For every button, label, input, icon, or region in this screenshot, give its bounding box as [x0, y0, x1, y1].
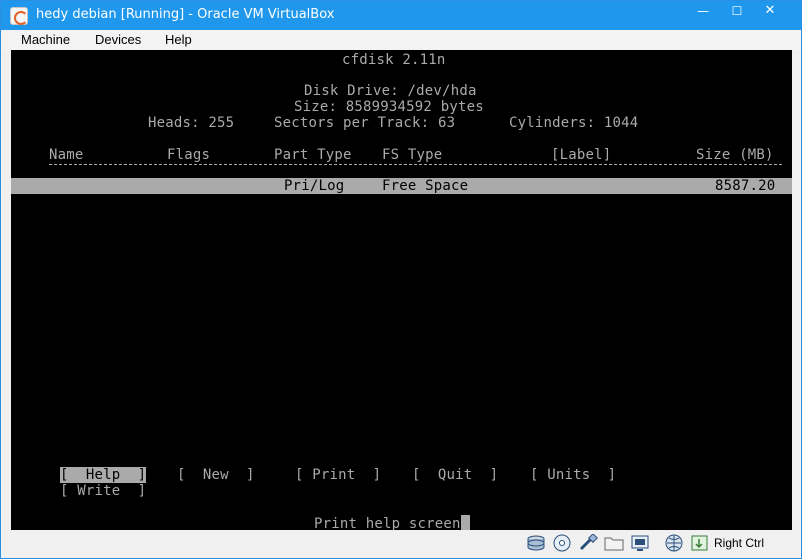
print-command[interactable]: [ Print ] — [295, 467, 381, 483]
maximize-button[interactable]: ☐ — [720, 1, 754, 23]
menu-machine[interactable]: Machine — [21, 32, 70, 48]
partition-part-type: Pri/Log — [284, 178, 345, 194]
display-icon[interactable] — [630, 534, 650, 552]
col-header-label: [Label] — [551, 147, 612, 163]
title-bar[interactable]: hedy debian [Running] - Oracle VM Virtua… — [1, 1, 801, 30]
header-separator — [49, 164, 782, 166]
sectors-label: Sectors per Track: 63 — [274, 115, 456, 131]
new-command[interactable]: [ New ] — [177, 467, 255, 483]
partition-size: 8587.20 — [715, 178, 776, 194]
col-header-fs-type: FS Type — [382, 147, 443, 163]
window-title: hedy debian [Running] - Oracle VM Virtua… — [36, 7, 335, 22]
vm-console-screen[interactable]: cfdisk 2.11n Disk Drive: /dev/hda Size: … — [11, 50, 792, 532]
units-command[interactable]: [ Units ] — [530, 467, 616, 483]
virtualbox-app-icon — [10, 7, 28, 25]
cfdisk-title: cfdisk 2.11n — [342, 52, 446, 68]
hard-disk-icon[interactable] — [526, 534, 546, 552]
col-header-name: Name — [49, 147, 84, 163]
host-key-icon[interactable] — [690, 534, 710, 552]
shared-folders-icon[interactable] — [604, 534, 624, 552]
col-header-part-type: Part Type — [274, 147, 352, 163]
disk-size-label: Size: 8589934592 bytes — [294, 99, 484, 115]
host-key-label: Right Ctrl — [714, 536, 765, 550]
optical-drive-icon[interactable] — [552, 534, 572, 552]
menu-help[interactable]: Help — [165, 32, 192, 48]
cylinders-label: Cylinders: 1044 — [509, 115, 639, 131]
write-command[interactable]: [ Write ] — [60, 483, 146, 499]
partition-fs-type: Free Space — [382, 178, 469, 194]
help-command[interactable]: [ Help ] — [60, 467, 147, 483]
text-cursor — [460, 515, 470, 530]
usb-icon[interactable] — [578, 533, 598, 552]
status-bar: Right Ctrl — [2, 530, 801, 558]
menu-devices[interactable]: Devices — [95, 32, 141, 48]
disk-drive-label: Disk Drive: /dev/hda — [304, 83, 477, 99]
heads-label: Heads: 255 — [148, 115, 235, 131]
col-header-size: Size (MB) — [696, 147, 774, 163]
partition-row[interactable]: Pri/Log Free Space 8587.20 — [11, 178, 792, 194]
col-header-flags: Flags — [167, 147, 211, 163]
virtualbox-window: hedy debian [Running] - Oracle VM Virtua… — [0, 0, 802, 559]
minimize-button[interactable]: — — [686, 1, 720, 23]
menu-bar: Machine Devices Help — [2, 30, 801, 50]
close-button[interactable]: ✕ — [753, 1, 787, 23]
network-icon[interactable] — [664, 534, 684, 552]
quit-command[interactable]: [ Quit ] — [412, 467, 498, 483]
